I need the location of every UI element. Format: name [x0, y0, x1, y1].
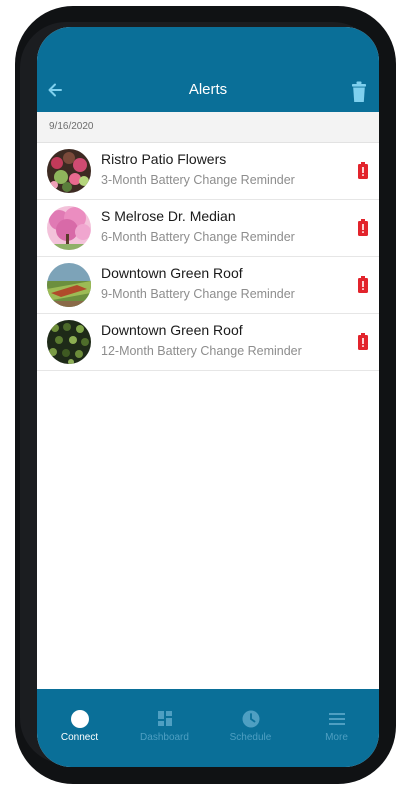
- tab-connect[interactable]: Connect: [37, 689, 122, 767]
- avatar: [47, 149, 91, 193]
- alert-title: Downtown Green Roof: [101, 265, 243, 281]
- tab-label: Schedule: [229, 732, 272, 743]
- circle-icon: [71, 710, 89, 728]
- alert-title: Downtown Green Roof: [101, 322, 243, 338]
- dashboard-icon: [158, 711, 172, 726]
- alert-subtitle: 3-Month Battery Change Reminder: [101, 173, 295, 187]
- delete-all-button[interactable]: [351, 81, 367, 103]
- page-title: Alerts: [188, 81, 228, 98]
- alert-subtitle: 12-Month Battery Change Reminder: [101, 344, 302, 358]
- clock-icon: [242, 710, 260, 728]
- tab-schedule[interactable]: Schedule: [208, 689, 293, 767]
- battery-low-icon: [358, 276, 368, 293]
- alert-title: S Melrose Dr. Median: [101, 208, 236, 224]
- date-label: 9/16/2020: [49, 121, 94, 132]
- battery-low-icon: [358, 219, 368, 236]
- alert-item[interactable]: Ristro Patio Flowers 3-Month Battery Cha…: [37, 143, 379, 200]
- tab-dashboard[interactable]: Dashboard: [122, 689, 207, 767]
- tab-label: More: [325, 732, 348, 743]
- alert-subtitle: 6-Month Battery Change Reminder: [101, 230, 295, 244]
- bottom-tab-bar: Connect Dashboard Schedule More: [37, 689, 379, 767]
- battery-low-icon: [358, 333, 368, 350]
- avatar: [47, 320, 91, 364]
- app-header: Alerts: [37, 27, 379, 112]
- date-section-header: 9/16/2020: [37, 112, 379, 143]
- tab-label: Dashboard: [140, 732, 189, 743]
- avatar: [47, 263, 91, 307]
- menu-icon: [329, 713, 345, 725]
- tab-more[interactable]: More: [294, 689, 379, 767]
- alert-subtitle: 9-Month Battery Change Reminder: [101, 287, 295, 301]
- avatar: [47, 206, 91, 250]
- alert-item[interactable]: Downtown Green Roof 9-Month Battery Chan…: [37, 257, 379, 314]
- alert-item[interactable]: S Melrose Dr. Median 6-Month Battery Cha…: [37, 200, 379, 257]
- alert-item[interactable]: Downtown Green Roof 12-Month Battery Cha…: [37, 314, 379, 371]
- tab-label: Connect: [60, 732, 99, 743]
- app-screen: Alerts 9/16/2020 Ristro Patio Flowers 3-…: [37, 27, 379, 767]
- alert-title: Ristro Patio Flowers: [101, 151, 227, 167]
- trash-icon: [352, 81, 366, 102]
- alert-list: Ristro Patio Flowers 3-Month Battery Cha…: [37, 143, 379, 371]
- battery-low-icon: [358, 162, 368, 179]
